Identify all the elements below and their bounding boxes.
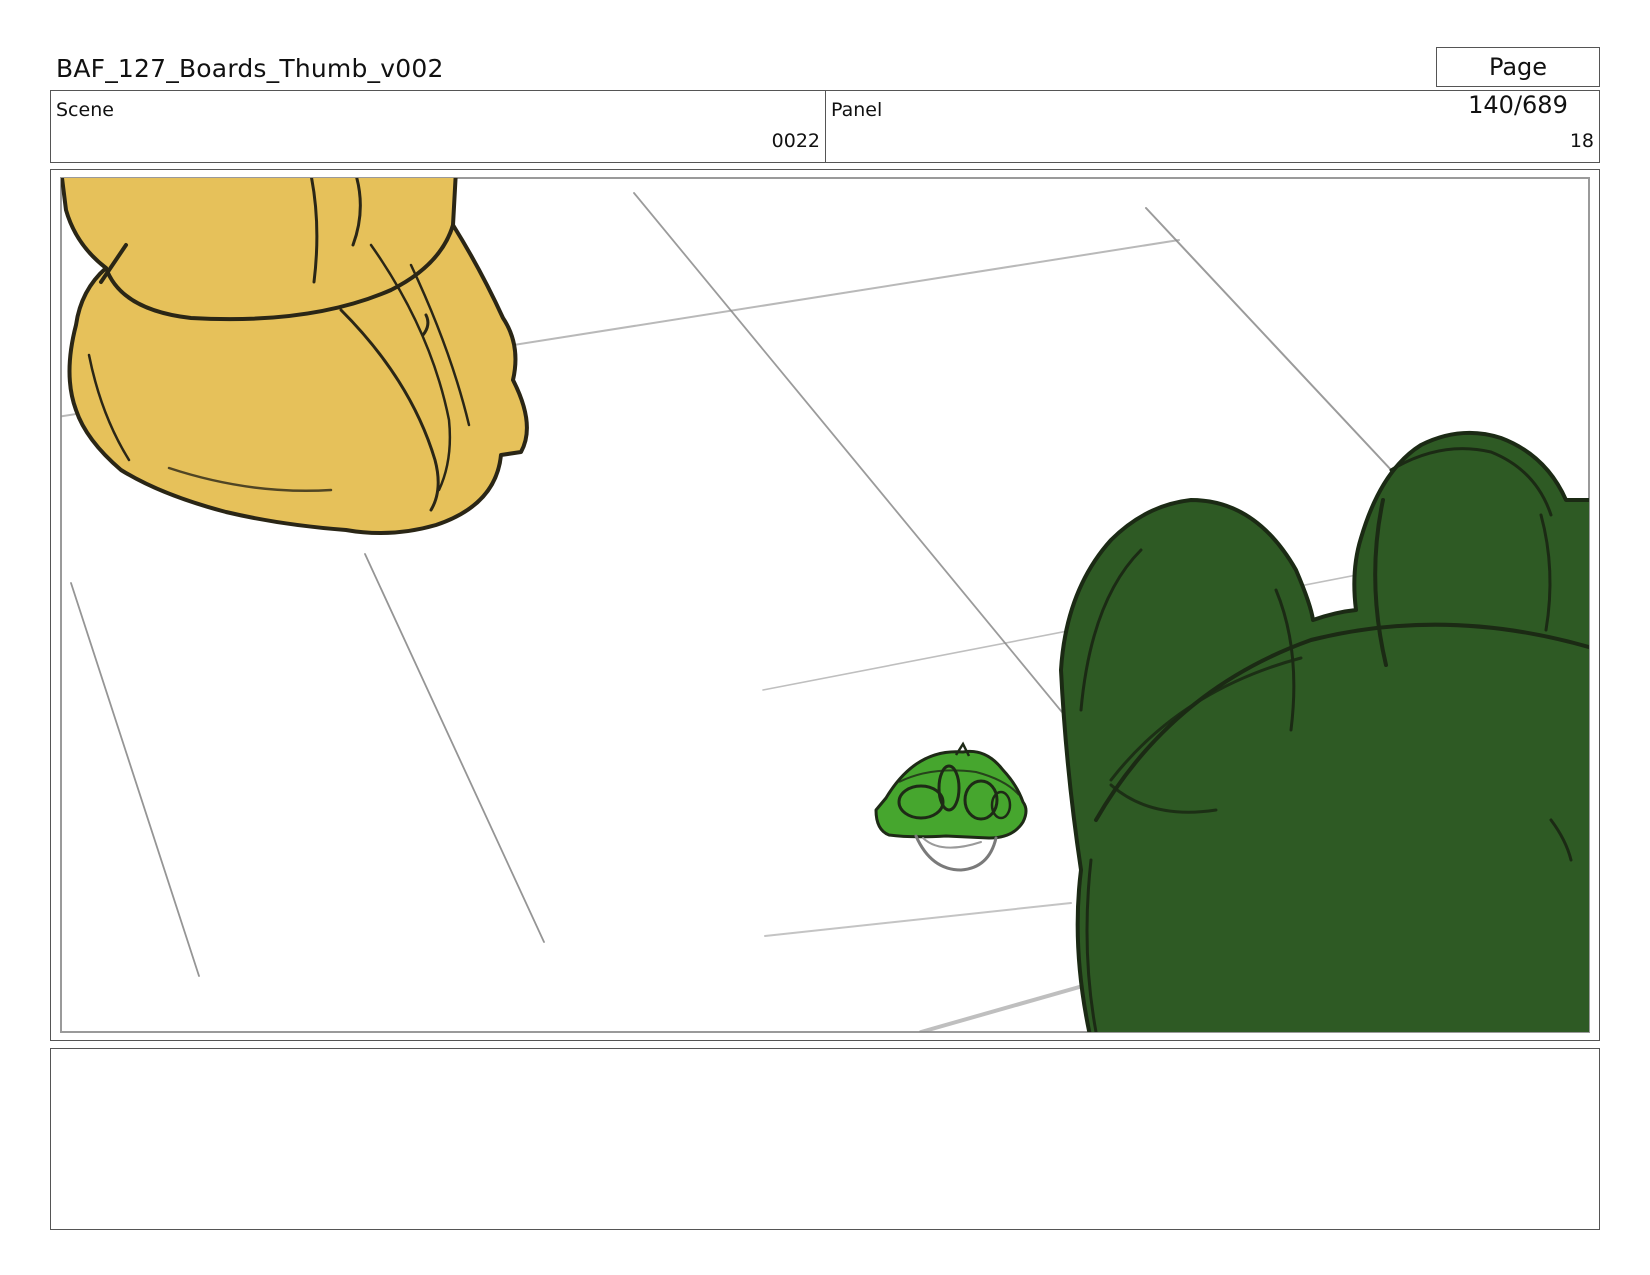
panel-value: 18: [1569, 130, 1594, 152]
panel-cell: Panel 18: [826, 91, 1599, 162]
small-green-character: [874, 741, 1028, 872]
scene-cell: Scene 0022: [51, 91, 826, 162]
info-row: Scene 0022 Panel 18: [50, 91, 1600, 163]
scene-value: 0022: [771, 130, 820, 152]
scene-label: Scene: [56, 99, 114, 121]
notes-box: [50, 1048, 1600, 1230]
page-number-box: Page 140/689: [1436, 47, 1600, 119]
panel-label: Panel: [831, 99, 883, 121]
storyboard-drawing: [60, 177, 1590, 1033]
large-green-character: [1059, 430, 1589, 1032]
yellow-character: [61, 178, 529, 536]
document-title: BAF_127_Boards_Thumb_v002: [56, 54, 444, 83]
storyboard-frame: [50, 169, 1600, 1041]
